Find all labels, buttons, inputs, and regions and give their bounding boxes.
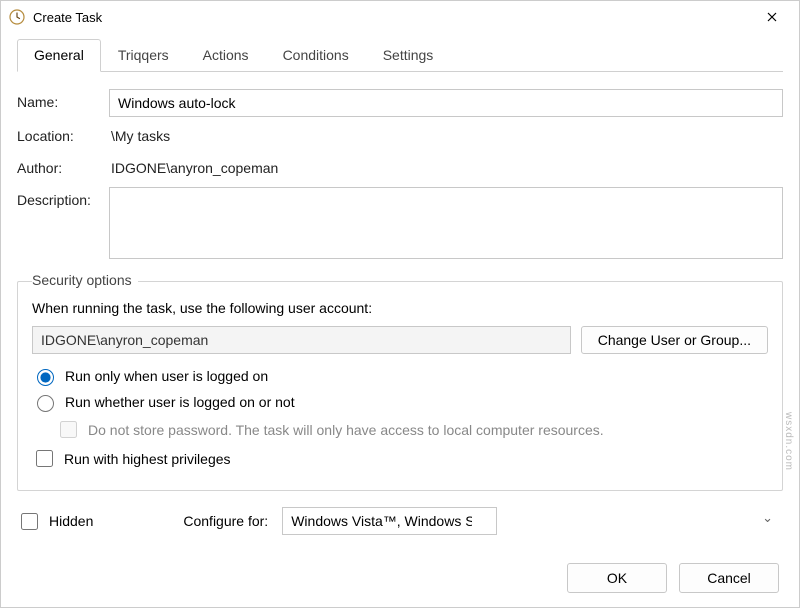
- security-running-label: When running the task, use the following…: [32, 300, 768, 316]
- check-no-store-pw-input: [60, 421, 77, 438]
- check-highest-priv-label: Run with highest privileges: [64, 451, 231, 467]
- cancel-button[interactable]: Cancel: [679, 563, 779, 593]
- dialog-footer: OK Cancel: [1, 553, 799, 607]
- tab-conditions[interactable]: Conditions: [266, 39, 366, 72]
- window-title: Create Task: [33, 10, 749, 25]
- tab-strip: General Triqqers Actions Conditions Sett…: [17, 39, 783, 72]
- security-options-group: Security options When running the task, …: [17, 281, 783, 491]
- location-value: \My tasks: [109, 123, 783, 149]
- radio-run-logged-on-input[interactable]: [37, 369, 54, 386]
- check-hidden-label: Hidden: [49, 513, 93, 529]
- account-display: IDGONE\anyron_copeman: [32, 326, 571, 354]
- check-hidden[interactable]: Hidden: [17, 510, 93, 533]
- author-label: Author:: [17, 155, 109, 176]
- radio-run-whether[interactable]: Run whether user is logged on or not: [32, 392, 768, 412]
- description-input[interactable]: [109, 187, 783, 259]
- create-task-window: Create Task General Triqqers Actions Con…: [0, 0, 800, 608]
- ok-button[interactable]: OK: [567, 563, 667, 593]
- tab-actions[interactable]: Actions: [186, 39, 266, 72]
- author-value: IDGONE\anyron_copeman: [109, 155, 783, 181]
- change-user-button[interactable]: Change User or Group...: [581, 326, 768, 354]
- check-hidden-input[interactable]: [21, 513, 38, 530]
- titlebar: Create Task: [1, 1, 799, 33]
- check-highest-priv[interactable]: Run with highest privileges: [32, 447, 768, 470]
- description-label: Description:: [17, 187, 109, 208]
- security-legend: Security options: [32, 272, 138, 288]
- radio-run-whether-label: Run whether user is logged on or not: [65, 394, 295, 410]
- check-no-store-pw[interactable]: Do not store password. The task will onl…: [56, 418, 768, 441]
- name-input[interactable]: [109, 89, 783, 117]
- close-button[interactable]: [749, 1, 795, 33]
- tab-settings[interactable]: Settings: [366, 39, 451, 72]
- watermark: wsxdn.com: [783, 412, 794, 471]
- configure-for-select[interactable]: [282, 507, 497, 535]
- radio-run-whether-input[interactable]: [37, 395, 54, 412]
- location-label: Location:: [17, 123, 109, 144]
- tab-triggers[interactable]: Triqqers: [101, 39, 186, 72]
- close-icon: [767, 12, 777, 22]
- name-label: Name:: [17, 89, 109, 110]
- dialog-content: General Triqqers Actions Conditions Sett…: [1, 33, 799, 553]
- check-highest-priv-input[interactable]: [36, 450, 53, 467]
- configure-for-label: Configure for:: [183, 513, 268, 529]
- radio-run-logged-on[interactable]: Run only when user is logged on: [32, 366, 768, 386]
- radio-run-logged-on-label: Run only when user is logged on: [65, 368, 268, 384]
- clock-icon: [9, 9, 25, 25]
- check-no-store-pw-label: Do not store password. The task will onl…: [88, 422, 604, 438]
- tab-general[interactable]: General: [17, 39, 101, 72]
